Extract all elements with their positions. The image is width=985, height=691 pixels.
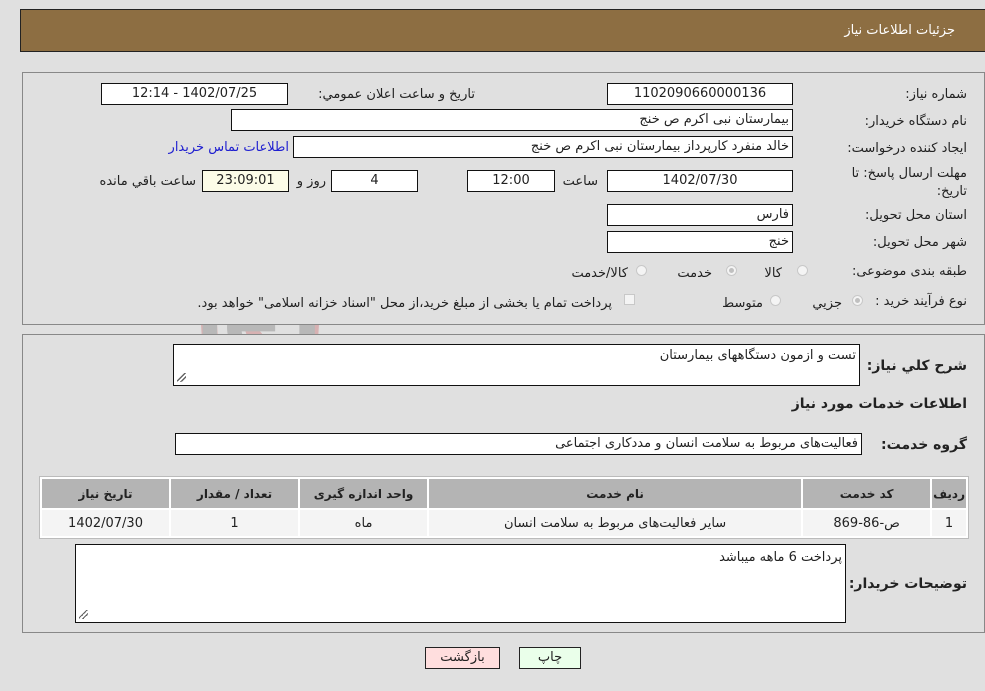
services-section-title: اطلاعات خدمات مورد نیاز [791, 396, 967, 412]
buyer-notes-text: پرداخت 6 ماهه میباشد [719, 550, 842, 565]
category-radio-service[interactable] [726, 265, 737, 276]
col-header-row-number: ردیف [932, 479, 966, 508]
table-header-row: ردیف کد خدمت نام خدمت واحد اندازه گیری ت… [42, 479, 966, 508]
days-remaining-field: 4 [331, 170, 418, 192]
category-label: طبقه بندی موضوعی: [851, 264, 967, 279]
services-table-wrapper: ردیف کد خدمت نام خدمت واحد اندازه گیری ت… [39, 476, 969, 539]
deadline-time-label: ساعت [562, 174, 598, 189]
services-table: ردیف کد خدمت نام خدمت واحد اندازه گیری ت… [39, 476, 969, 539]
purchase-type-radio-minor[interactable] [852, 295, 863, 306]
province-label: استان محل تحویل: [865, 208, 967, 223]
cell-service-name: سایر فعالیت‌های مربوط به سلامت انسان [429, 510, 802, 536]
description-text: تست و ازمون دستگاههای بیمارستان [659, 348, 856, 363]
category-option-goods-service-label: کالا/خدمت [571, 266, 628, 281]
announce-datetime-field: 1402/07/25 - 12:14 [101, 83, 288, 105]
time-remaining-label: ساعت باقي مانده [99, 174, 196, 189]
col-header-quantity: تعداد / مقدار [171, 479, 299, 508]
print-button[interactable]: چاپ [519, 647, 581, 669]
table-row: 1 ص-86-869 سایر فعالیت‌های مربوط به سلام… [42, 510, 966, 536]
cell-quantity: 1 [171, 510, 299, 536]
treasury-checkbox-label: پرداخت تمام یا بخشی از مبلغ خرید،از محل … [197, 296, 612, 311]
purchase-type-medium-label: متوسط [722, 296, 763, 311]
description-textarea[interactable]: تست و ازمون دستگاههای بیمارستان [173, 344, 860, 386]
col-header-service-name: نام خدمت [429, 479, 802, 508]
time-remaining-field: 23:09:01 [202, 170, 289, 192]
col-header-service-code: کد خدمت [803, 479, 931, 508]
cell-service-code: ص-86-869 [803, 510, 931, 536]
category-option-service-label: خدمت [677, 266, 712, 281]
category-radio-goods-service[interactable] [636, 265, 647, 276]
buyer-org-label: نام دستگاه خریدار: [864, 114, 967, 129]
buyer-org-field: بیمارستان نبی اکرم ص خنج [231, 109, 793, 131]
page-title: جزئیات اطلاعات نیاز [844, 23, 955, 38]
page-header: جزئیات اطلاعات نیاز [20, 9, 985, 52]
category-radio-goods[interactable] [797, 265, 808, 276]
back-button[interactable]: بازگشت [425, 647, 500, 669]
days-label: روز و [296, 174, 326, 189]
province-field: فارس [607, 204, 793, 226]
buyer-notes-textarea[interactable]: پرداخت 6 ماهه میباشد [75, 544, 846, 623]
cell-need-date: 1402/07/30 [42, 510, 170, 536]
requester-label: ایجاد کننده درخواست: [847, 141, 967, 156]
buyer-notes-label: توضیحات خریدار: [848, 576, 967, 592]
need-number-field: 1102090660000136 [607, 83, 793, 105]
cell-row-number: 1 [932, 510, 966, 536]
resize-handle-icon[interactable] [79, 610, 88, 619]
description-label: شرح کلي نیاز: [866, 358, 967, 374]
purchase-type-radio-medium[interactable] [770, 295, 781, 306]
treasury-checkbox[interactable] [624, 294, 635, 305]
col-header-unit: واحد اندازه گیری [300, 479, 428, 508]
col-header-need-date: تاریخ نیاز [42, 479, 170, 508]
announce-datetime-label: تاریخ و ساعت اعلان عمومي: [318, 87, 475, 102]
resize-handle-icon[interactable] [177, 373, 186, 382]
deadline-time-field: 12:00 [467, 170, 555, 192]
purchase-type-minor-label: جزيي [812, 296, 842, 311]
service-group-label: گروه خدمت: [881, 437, 967, 453]
deadline-date-field: 1402/07/30 [607, 170, 793, 192]
requester-field: خالد منفرد کارپرداز بیمارستان نبی اکرم ص… [293, 136, 793, 158]
city-label: شهر محل تحویل: [872, 235, 967, 250]
city-field: خنج [607, 231, 793, 253]
purchase-type-label: نوع فرآیند خرید : [875, 294, 967, 309]
service-group-field: فعالیت‌های مربوط به سلامت انسان و مددکار… [175, 433, 862, 455]
cell-unit: ماه [300, 510, 428, 536]
category-option-goods-label: کالا [764, 266, 782, 281]
need-number-label: شماره نیاز: [905, 87, 967, 102]
buyer-contact-link[interactable]: اطلاعات تماس خریدار [169, 140, 289, 155]
deadline-label: مهلت ارسال پاسخ: تا تاریخ: [851, 166, 967, 199]
